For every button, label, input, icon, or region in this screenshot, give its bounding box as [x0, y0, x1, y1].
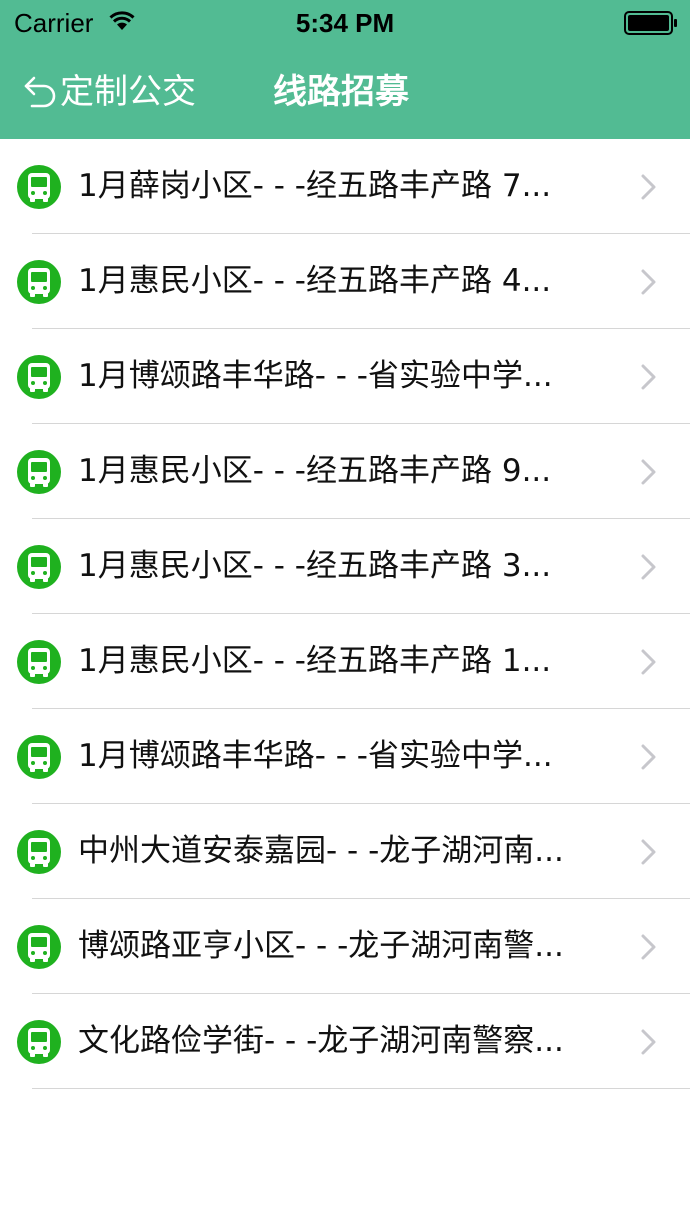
bus-icon: [17, 355, 61, 399]
page-title: 线路招募: [273, 72, 409, 112]
chevron-right-icon: [641, 839, 656, 865]
bus-icon: [17, 1020, 61, 1064]
route-title: 1月博颂路丰华路- - -省实验中学...: [78, 738, 553, 774]
route-row[interactable]: 1月惠民小区- - -经五路丰产路 1...: [0, 614, 690, 709]
route-row[interactable]: 中州大道安泰嘉园- - -龙子湖河南...: [0, 804, 690, 899]
route-title: 中州大道安泰嘉园- - -龙子湖河南...: [78, 833, 564, 869]
route-title: 1月薛岗小区- - -经五路丰产路 7...: [78, 168, 552, 204]
chevron-right-icon: [641, 744, 656, 770]
route-row[interactable]: 1月惠民小区- - -经五路丰产路 3...: [0, 519, 690, 614]
route-row[interactable]: 1月惠民小区- - -经五路丰产路 9...: [0, 424, 690, 519]
chevron-right-icon: [641, 364, 656, 390]
bus-icon: [17, 830, 61, 874]
bus-icon: [17, 925, 61, 969]
bus-icon: [17, 545, 61, 589]
route-title: 1月惠民小区- - -经五路丰产路 1...: [78, 643, 552, 679]
bus-icon: [17, 165, 61, 209]
back-label: 定制公交: [60, 72, 196, 112]
chevron-right-icon: [641, 269, 656, 295]
route-title: 博颂路亚亨小区- - -龙子湖河南警...: [78, 928, 564, 964]
route-row[interactable]: 博颂路亚亨小区- - -龙子湖河南警...: [0, 899, 690, 994]
chevron-right-icon: [641, 1029, 656, 1055]
chevron-right-icon: [641, 649, 656, 675]
chevron-right-icon: [641, 554, 656, 580]
back-button[interactable]: 定制公交: [20, 68, 196, 116]
bus-icon: [17, 735, 61, 779]
route-list: 1月薛岗小区- - -经五路丰产路 7... 1月惠民小区- - -经五路丰产路…: [0, 139, 690, 1089]
route-title: 文化路俭学街- - -龙子湖河南警察...: [78, 1023, 564, 1059]
navigation-header: Carrier 5:34 PM 定制公交 线路招募: [0, 0, 690, 139]
chevron-right-icon: [641, 934, 656, 960]
status-bar: Carrier 5:34 PM: [0, 0, 690, 46]
route-row[interactable]: 1月薛岗小区- - -经五路丰产路 7...: [0, 139, 690, 234]
route-row[interactable]: 1月博颂路丰华路- - -省实验中学...: [0, 709, 690, 804]
route-title: 1月惠民小区- - -经五路丰产路 9...: [78, 453, 552, 489]
bus-icon: [17, 450, 61, 494]
route-row[interactable]: 1月惠民小区- - -经五路丰产路 4...: [0, 234, 690, 329]
bus-icon: [17, 640, 61, 684]
route-row[interactable]: 1月博颂路丰华路- - -省实验中学...: [0, 329, 690, 424]
chevron-right-icon: [641, 459, 656, 485]
battery-icon: [624, 11, 677, 35]
route-title: 1月惠民小区- - -经五路丰产路 4...: [78, 263, 552, 299]
chevron-right-icon: [641, 174, 656, 200]
bus-icon: [17, 260, 61, 304]
back-arrow-icon: [24, 76, 56, 108]
route-row[interactable]: 文化路俭学街- - -龙子湖河南警察...: [0, 994, 690, 1089]
route-title: 1月惠民小区- - -经五路丰产路 3...: [78, 548, 552, 584]
route-title: 1月博颂路丰华路- - -省实验中学...: [78, 358, 553, 394]
status-time: 5:34 PM: [295, 8, 395, 38]
row-separator: [32, 1088, 690, 1089]
